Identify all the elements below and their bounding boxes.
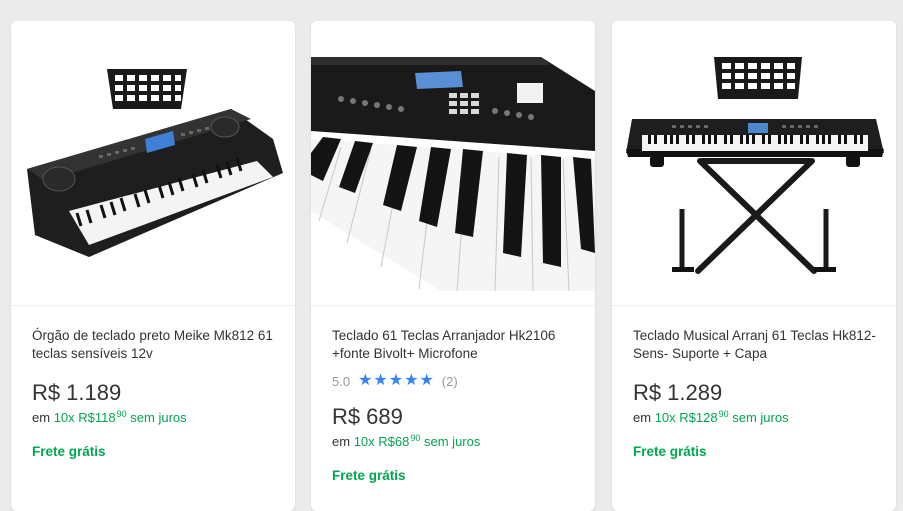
installment-cents: 90 — [116, 409, 127, 419]
installments-info: em 10x R$11890 sem juros — [32, 409, 279, 425]
installment-currency: R$ — [679, 410, 696, 425]
keyboard-icon — [27, 69, 283, 257]
installment-cents: 90 — [410, 433, 421, 443]
installment-value: 118 — [94, 410, 116, 425]
star-icon: ★ — [373, 372, 388, 389]
installment-currency: R$ — [78, 410, 95, 425]
star-icon: ★ — [358, 372, 373, 389]
product-price: R$ 1.289 — [633, 380, 880, 406]
product-price: R$ 1.189 — [32, 380, 279, 406]
installment-cents: 90 — [718, 409, 729, 419]
product-title[interactable]: Órgão de teclado preto Meike Mk812 61 te… — [32, 327, 279, 363]
product-price: R$ 689 — [332, 404, 579, 430]
rating-value: 5.0 — [332, 373, 351, 389]
free-shipping-label: Frete grátis — [32, 444, 106, 459]
product-image[interactable] — [311, 21, 595, 306]
price-value: 1.189 — [66, 380, 122, 405]
rating-row: 5.0 ★ ★ ★ ★ ★ (2) — [332, 372, 579, 390]
star-icon: ★ — [388, 372, 404, 389]
star-icon: ★ — [404, 372, 419, 389]
product-image[interactable] — [11, 21, 295, 306]
free-shipping-label: Frete grátis — [332, 468, 406, 483]
price-currency: R$ — [633, 380, 662, 405]
installments-count: 10x — [53, 410, 75, 425]
installments-suffix: sem juros — [424, 434, 481, 449]
free-shipping-label: Frete grátis — [633, 444, 707, 459]
installments-info: em 10x R$6890 sem juros — [332, 433, 579, 449]
product-card[interactable]: Órgão de teclado preto Meike Mk812 61 te… — [11, 21, 295, 511]
installments-count: 10x — [654, 410, 676, 425]
price-value: 1.289 — [667, 380, 723, 405]
product-image[interactable] — [612, 21, 896, 306]
review-count: (2) — [441, 373, 458, 389]
installments-suffix: sem juros — [732, 410, 789, 425]
price-currency: R$ — [332, 404, 361, 429]
installments-prefix: em — [332, 434, 351, 449]
price-value: 689 — [366, 404, 403, 429]
installments-count: 10x — [353, 434, 375, 449]
star-icon: ★ — [419, 372, 434, 389]
product-title[interactable]: Teclado 61 Teclas Arranjador Hk2106 +fon… — [332, 327, 579, 363]
product-card[interactable]: Teclado 61 Teclas Arranjador Hk2106 +fon… — [311, 21, 595, 511]
installments-suffix: sem juros — [130, 410, 187, 425]
keyboard-closeup-icon — [311, 57, 595, 292]
price-currency: R$ — [32, 380, 61, 405]
keyboard-with-stand-icon — [626, 57, 884, 274]
installment-currency: R$ — [378, 434, 395, 449]
installments-prefix: em — [633, 410, 652, 425]
installments-prefix: em — [32, 410, 51, 425]
product-card[interactable]: Teclado Musical Arranj 61 Teclas Hk812-S… — [612, 21, 896, 511]
installment-value: 68 — [394, 434, 410, 449]
installment-value: 128 — [695, 410, 718, 425]
installments-info: em 10x R$12890 sem juros — [633, 409, 880, 425]
product-title[interactable]: Teclado Musical Arranj 61 Teclas Hk812-S… — [633, 327, 880, 363]
rating-stars: ★ ★ ★ ★ ★ — [358, 373, 434, 389]
